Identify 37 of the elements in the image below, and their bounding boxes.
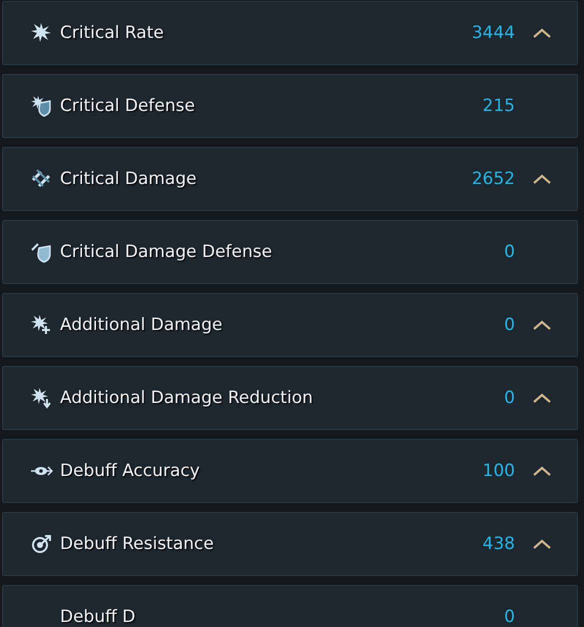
stat-value: 0 bbox=[503, 607, 515, 627]
stat-label: Critical Damage bbox=[60, 169, 198, 189]
stat-label: Critical Rate bbox=[60, 23, 165, 43]
stat-row[interactable]: Additional Damage Reduction 0 bbox=[2, 366, 578, 430]
stat-value: 438 bbox=[482, 534, 515, 554]
burst-plus-icon bbox=[31, 314, 53, 336]
blades-icon bbox=[31, 168, 53, 190]
stat-label: Critical Damage Defense bbox=[60, 242, 274, 262]
stat-value: 2652 bbox=[470, 169, 515, 189]
chevron-up-icon[interactable] bbox=[533, 466, 551, 476]
stat-label: Critical Defense bbox=[60, 96, 196, 116]
stat-value: 3444 bbox=[470, 23, 515, 43]
target-arrow-icon bbox=[31, 533, 53, 555]
stat-row[interactable]: Debuff Resistance 438 bbox=[2, 512, 578, 576]
stat-row[interactable]: Critical Rate 3444 bbox=[2, 1, 578, 65]
stat-value: 0 bbox=[503, 242, 515, 262]
burst-icon bbox=[31, 22, 53, 44]
stat-value: 0 bbox=[503, 315, 515, 335]
chevron-up-icon[interactable] bbox=[533, 393, 551, 403]
chevron-up-icon[interactable] bbox=[533, 174, 551, 184]
stat-label: Debuff Accuracy bbox=[60, 461, 201, 481]
stat-label: Additional Damage Reduction bbox=[60, 388, 314, 408]
chevron-up-icon[interactable] bbox=[533, 539, 551, 549]
stat-row[interactable]: Additional Damage 0 bbox=[2, 293, 578, 357]
stat-label: Debuff D bbox=[60, 607, 136, 627]
burst-shield-icon bbox=[31, 95, 53, 117]
chevron-up-icon[interactable] bbox=[533, 28, 551, 38]
burst-arrow-icon bbox=[31, 387, 53, 409]
stat-value: 0 bbox=[503, 388, 515, 408]
shield-icon bbox=[31, 241, 53, 263]
stat-value: 100 bbox=[482, 461, 515, 481]
stat-row[interactable]: Critical Damage 2652 bbox=[2, 147, 578, 211]
stat-label: Debuff Resistance bbox=[60, 534, 215, 554]
stat-label: Additional Damage bbox=[60, 315, 224, 335]
chevron-up-icon[interactable] bbox=[533, 320, 551, 330]
stat-value: 215 bbox=[482, 96, 515, 116]
stat-row[interactable]: Debuff Accuracy 100 bbox=[2, 439, 578, 503]
